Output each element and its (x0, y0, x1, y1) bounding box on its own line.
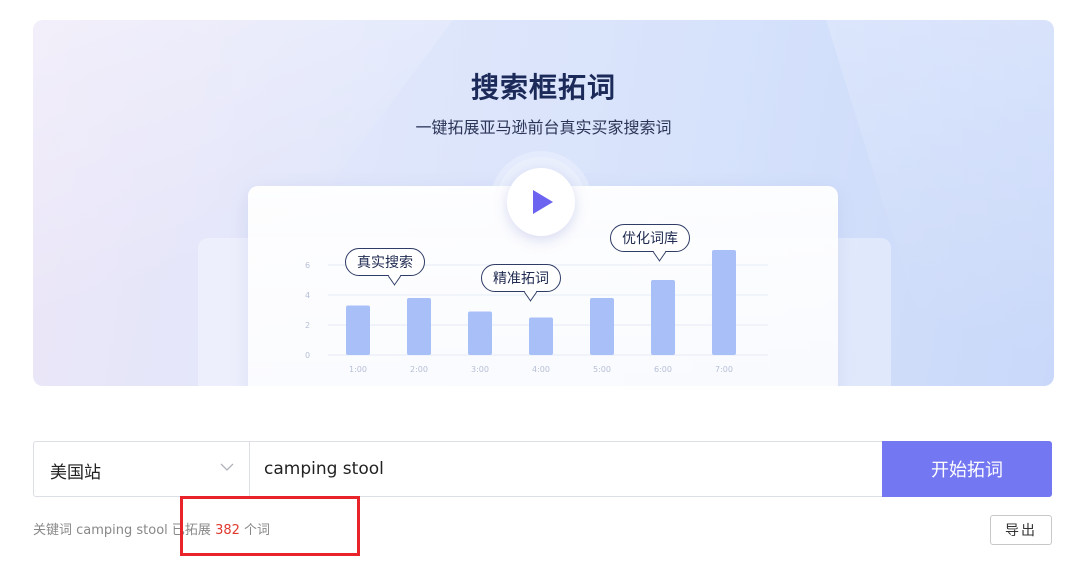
illustration-bar (712, 250, 736, 355)
bubble-real-search: 真实搜索 (345, 248, 425, 276)
keyword-input[interactable] (264, 451, 874, 487)
illustration-y-tick: 2 (305, 321, 310, 330)
illustration-bar (407, 298, 431, 355)
hero-banner: 搜索框拓词 一键拓展亚马逊前台真实买家搜索词 0 2 4 6 1:00 2:00 3:00 4… (33, 20, 1054, 386)
illustration-bar (468, 311, 492, 355)
export-button[interactable]: 导出 (990, 515, 1052, 545)
illustration-x-tick: 5:00 (593, 365, 611, 374)
illustration-x-tick: 7:00 (715, 365, 733, 374)
illustration-y-tick: 0 (305, 351, 310, 360)
bubble-optimize-library: 优化词库 (610, 224, 690, 252)
chevron-down-icon (220, 463, 234, 471)
illustration-x-tick: 6:00 (654, 365, 672, 374)
illustration-x-tick: 1:00 (349, 365, 367, 374)
illustration-bar (346, 305, 370, 355)
illustration-x-tick: 3:00 (471, 365, 489, 374)
bubble-precise-expand: 精准拓词 (481, 264, 561, 292)
annotation-highlight-box (180, 496, 360, 556)
keyword-search-bar: 美国站 开始拓词 (33, 441, 1052, 497)
site-select-value: 美国站 (50, 463, 101, 483)
site-select[interactable]: 美国站 (34, 442, 250, 496)
illustration-x-tick: 4:00 (532, 365, 550, 374)
play-icon (533, 190, 553, 214)
illustration-x-tick: 2:00 (410, 365, 428, 374)
illustration-bar (529, 317, 553, 355)
illustration-y-tick: 6 (305, 261, 310, 270)
start-expand-button[interactable]: 开始拓词 (882, 441, 1052, 497)
illustration-bar (590, 298, 614, 355)
play-video-button[interactable] (507, 168, 575, 236)
illustration-bar (651, 280, 675, 355)
illustration-y-tick: 4 (305, 291, 310, 300)
